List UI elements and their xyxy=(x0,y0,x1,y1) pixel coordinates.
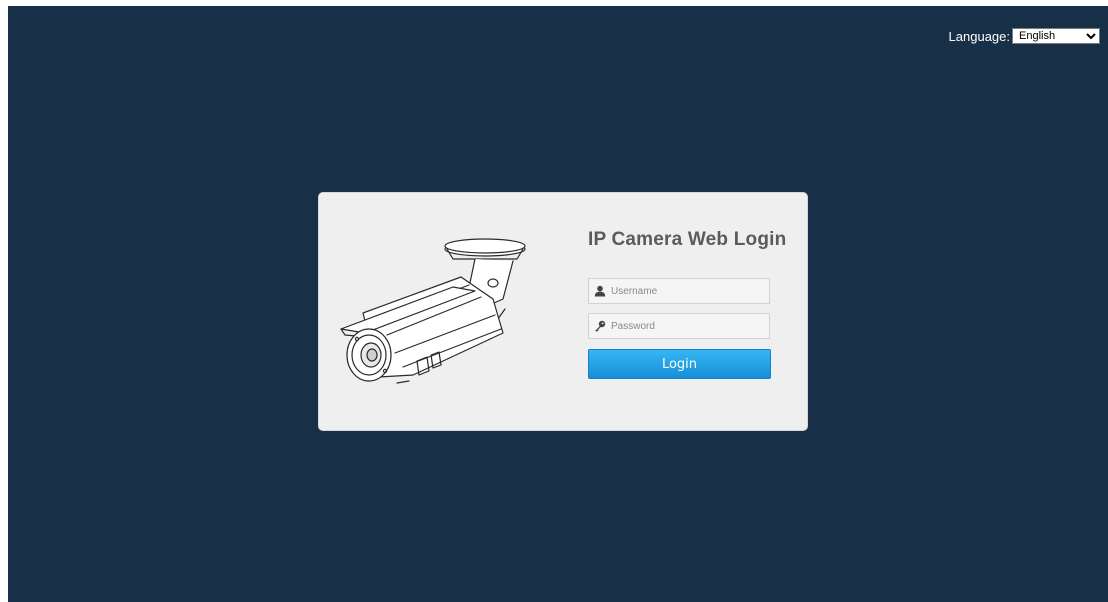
login-title: IP Camera Web Login xyxy=(588,229,787,250)
password-field[interactable] xyxy=(588,313,770,339)
username-input[interactable] xyxy=(611,285,761,297)
camera-illustration xyxy=(340,238,526,384)
login-button[interactable]: Login xyxy=(588,349,771,379)
user-icon xyxy=(593,284,607,298)
language-select[interactable]: English xyxy=(1012,28,1100,44)
password-input[interactable] xyxy=(611,320,761,332)
language-label: Language: xyxy=(948,28,1010,44)
language-bar: Language: English xyxy=(949,28,1100,44)
key-icon xyxy=(593,319,607,333)
page-background: Language: English IP Camera Web Login Us… xyxy=(8,6,1108,602)
username-field[interactable] xyxy=(588,278,770,304)
login-panel: IP Camera Web Login Login xyxy=(318,192,808,431)
